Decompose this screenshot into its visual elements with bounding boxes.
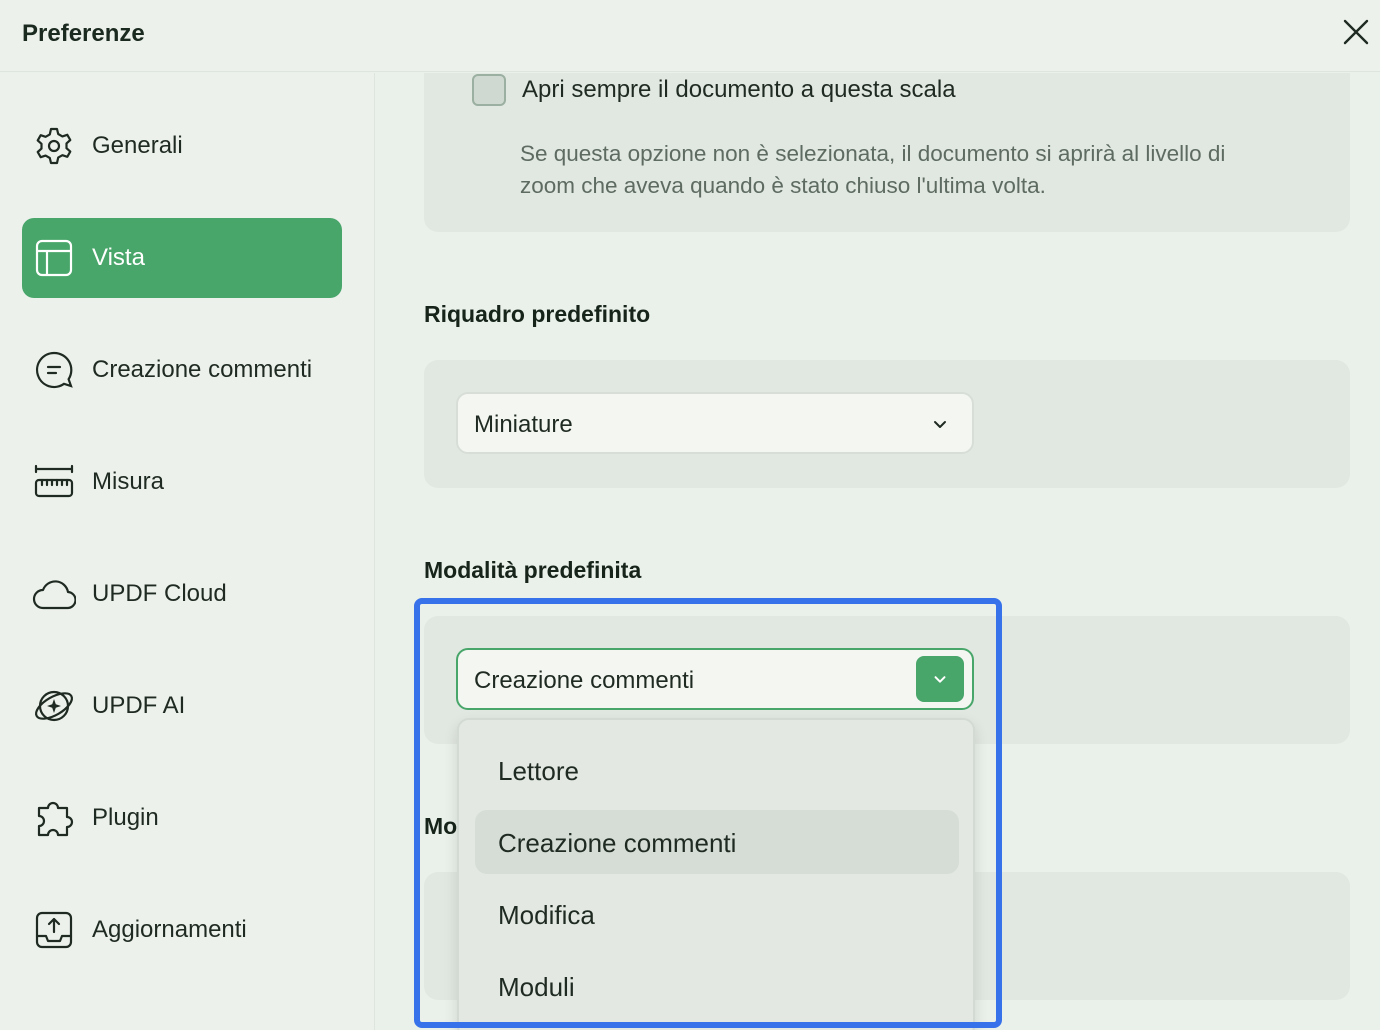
sidebar-item-label: UPDF Cloud [92, 580, 227, 607]
sidebar-item-label: Plugin [92, 804, 159, 831]
mode-dropdown-menu: Lettore Creazione commenti Modifica Modu… [457, 718, 975, 1030]
section-title-default-mode: Modalità predefinita [424, 557, 642, 583]
dropdown-option-moduli[interactable]: Moduli [475, 954, 959, 1018]
dropdown-toggle-button[interactable] [916, 656, 964, 702]
chevron-down-icon [934, 676, 946, 683]
dropdown-option-modifica[interactable]: Modifica [475, 882, 959, 946]
select-value: Creazione commenti [474, 667, 695, 694]
sidebar-item-generali[interactable]: Generali [22, 106, 342, 186]
sidebar-item-vista[interactable]: Vista [22, 218, 342, 298]
ruler-icon [32, 460, 76, 504]
close-button[interactable] [1340, 16, 1372, 48]
sidebar-item-label: Aggiornamenti [92, 916, 247, 943]
section-title-next: Mo [424, 813, 458, 839]
sidebar-item-misura[interactable]: Misura [22, 442, 342, 522]
scale-help-text: Se questa opzione non è selezionata, il … [520, 141, 1226, 198]
select-value: Miniature [474, 411, 573, 438]
sidebar-item-label: Generali [92, 132, 183, 159]
title-bar: Preferenze [0, 0, 1380, 72]
scale-option-card: Apri sempre il documento a questa scala … [424, 73, 1350, 232]
scale-checkbox-label[interactable]: Apri sempre il documento a questa scala [522, 76, 956, 104]
layout-icon [32, 236, 76, 280]
close-icon [1343, 19, 1369, 45]
default-pane-card: Miniature [424, 360, 1350, 488]
sidebar: Generali Vista Creazione commenti Misura… [0, 73, 375, 1030]
sidebar-item-plugin[interactable]: Plugin [22, 778, 342, 858]
sidebar-item-label: UPDF AI [92, 692, 186, 719]
sidebar-item-updf-ai[interactable]: UPDF AI [22, 666, 342, 746]
sidebar-item-creazione-commenti[interactable]: Creazione commenti [22, 330, 342, 410]
sidebar-item-updf-cloud[interactable]: UPDF Cloud [22, 554, 342, 634]
chevron-down-icon [934, 421, 946, 428]
dropdown-option-lettore[interactable]: Lettore [475, 738, 959, 802]
window-title: Preferenze [22, 20, 145, 47]
cloud-icon [32, 572, 76, 616]
puzzle-icon [32, 796, 76, 840]
dropdown-option-creazione-commenti[interactable]: Creazione commenti [475, 810, 959, 874]
gear-icon [32, 124, 76, 168]
default-mode-select[interactable]: Creazione commenti [456, 648, 974, 710]
default-pane-select[interactable]: Miniature [456, 392, 974, 454]
ai-icon [32, 684, 76, 728]
sidebar-item-label: Creazione commenti [92, 356, 313, 383]
scale-checkbox[interactable] [472, 74, 506, 106]
option-label: Moduli [498, 972, 575, 1002]
section-title-default-pane: Riquadro predefinito [424, 301, 651, 327]
comment-icon [32, 348, 76, 392]
sidebar-item-label: Misura [92, 468, 165, 495]
option-label: Creazione commenti [498, 828, 737, 858]
sidebar-item-aggiornamenti[interactable]: Aggiornamenti [22, 890, 342, 970]
option-label: Lettore [498, 756, 579, 786]
update-icon [32, 908, 76, 952]
sidebar-item-label: Vista [92, 244, 145, 271]
option-label: Modifica [498, 900, 595, 930]
